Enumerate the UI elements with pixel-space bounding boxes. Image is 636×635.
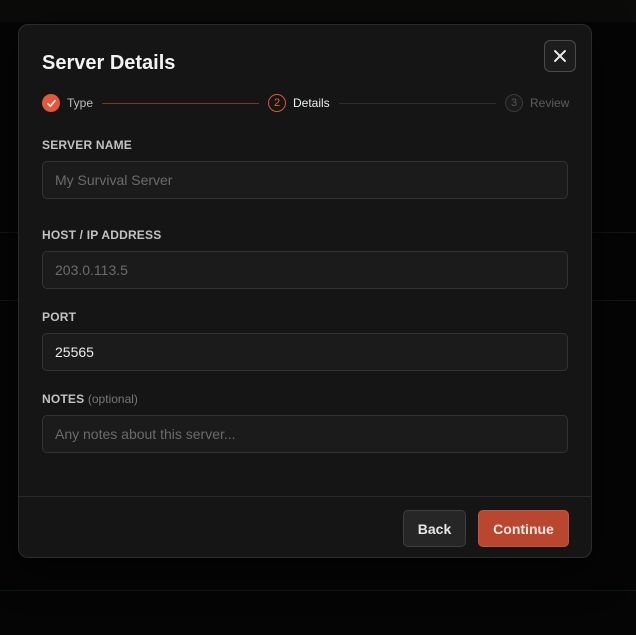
progress-stepper: Type 2 Details 3 Review — [42, 92, 569, 114]
host-label: HOST / IP ADDRESS — [42, 228, 162, 242]
footer-divider — [19, 496, 591, 497]
check-icon — [46, 99, 56, 107]
notes-input[interactable] — [42, 415, 568, 453]
back-button[interactable]: Back — [403, 510, 466, 547]
step-label: Review — [530, 96, 570, 110]
step-connector-pending — [339, 103, 496, 104]
step-number: 2 — [268, 94, 286, 112]
background-divider — [0, 590, 636, 591]
optional-hint: (optional) — [87, 392, 138, 406]
notes-label-text: NOTES — [42, 392, 85, 406]
step-details[interactable]: 2 Details — [268, 92, 330, 114]
dialog-title: Server Details — [42, 52, 176, 74]
server-name-label: SERVER NAME — [42, 138, 132, 152]
close-button[interactable] — [544, 40, 576, 72]
step-label: Details — [293, 96, 330, 110]
step-type[interactable]: Type — [42, 92, 93, 114]
close-icon — [554, 50, 566, 62]
server-name-input[interactable] — [42, 161, 568, 199]
host-input[interactable] — [42, 251, 568, 289]
step-connector-complete — [102, 103, 259, 104]
step-label: Type — [67, 96, 94, 110]
background-header — [0, 0, 636, 22]
step-review[interactable]: 3 Review — [505, 92, 569, 114]
notes-label: NOTES (optional) — [42, 392, 138, 406]
server-details-dialog: Server Details Type 2 Details 3 Review S… — [18, 24, 592, 558]
port-input[interactable] — [42, 333, 568, 371]
step-number: 3 — [505, 94, 523, 112]
continue-button[interactable]: Continue — [478, 510, 569, 547]
port-label: PORT — [42, 310, 77, 324]
step-complete-indicator — [42, 94, 60, 112]
